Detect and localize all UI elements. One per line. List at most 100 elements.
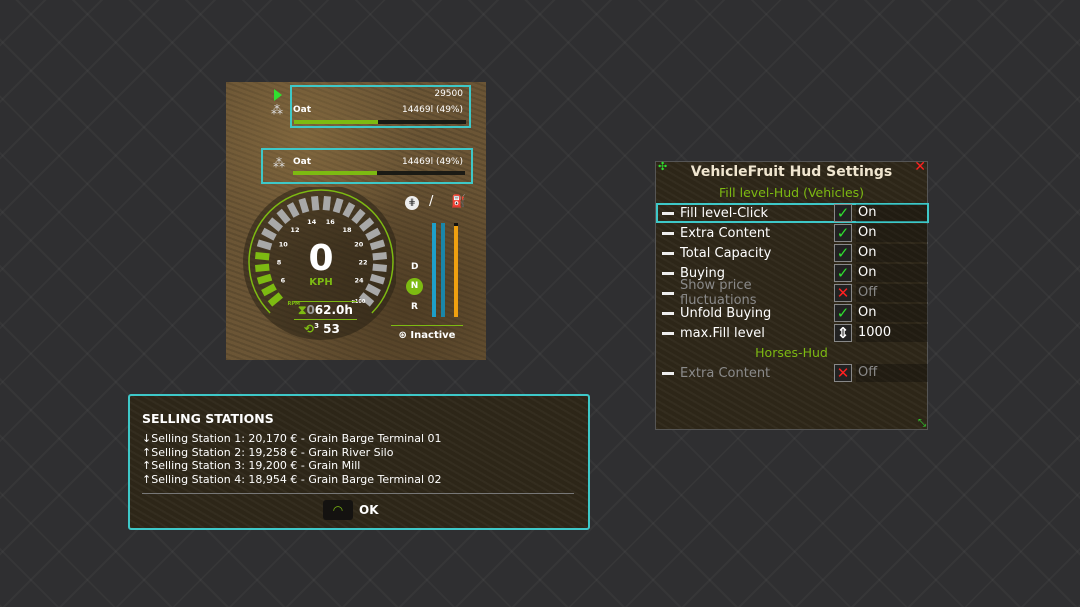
cruise-speed: 53 <box>323 322 340 336</box>
fill-bar <box>294 120 466 124</box>
setting-row[interactable]: Show price fluctuations ✕ Off <box>658 278 928 308</box>
fruit-icon: ⁂ <box>273 156 285 170</box>
checkmark-icon[interactable]: ✓ <box>834 304 852 322</box>
gauge-tick-label: 6 <box>281 277 286 285</box>
setting-row[interactable]: Extra Content ✕ Off <box>658 363 928 383</box>
setting-value[interactable]: On <box>856 224 928 242</box>
fruit-name: Oat <box>293 157 312 167</box>
bullet <box>662 291 674 295</box>
hours-prefix: 0 <box>306 303 315 317</box>
fuel-icon: ⛽ <box>451 194 466 208</box>
level-bar-1 <box>432 223 436 317</box>
setting-value[interactable]: Off <box>856 364 928 382</box>
rpm-segment <box>256 239 273 251</box>
rpm-segment <box>322 195 331 211</box>
section-fill-level-hud: Fill level-Hud (Vehicles) <box>718 185 865 200</box>
fill-level-box-2[interactable]: ⁂ Oat 14469l (49%) <box>261 148 473 184</box>
fuel-level-bar <box>454 223 458 317</box>
gauge-tick-label: 14 <box>307 218 317 226</box>
cruise-control-icon: ⟲ <box>304 322 315 336</box>
cruise-control: ⟲3 53 <box>304 322 340 336</box>
ok-button[interactable]: ◠ OK <box>323 500 379 520</box>
rpm-segment <box>369 273 386 285</box>
gear-shift-icon: ⋕ <box>405 196 419 210</box>
rpm-segment <box>254 263 270 272</box>
operating-hours: ⧗062.0h <box>294 301 357 320</box>
cross-icon[interactable]: ✕ <box>834 284 852 302</box>
gauge-tick-label: 10 <box>279 241 289 249</box>
checkmark-icon[interactable]: ✓ <box>834 244 852 262</box>
setting-row[interactable]: Extra Content ✓ On <box>658 223 928 243</box>
setting-value[interactable]: On <box>856 264 928 282</box>
rpm-segment <box>254 252 270 261</box>
bullet <box>662 251 674 255</box>
resize-handle-icon[interactable]: ⤡ <box>918 418 926 429</box>
gauge-tick-label: 16 <box>326 218 336 226</box>
setting-label: Extra Content <box>680 365 771 381</box>
fill-bar <box>293 171 465 175</box>
rpm-segment <box>369 239 386 251</box>
key-icon: ◠ <box>323 500 353 520</box>
fruit-icon: ⁂ <box>271 103 283 117</box>
gauge-tick-label: 8 <box>277 259 282 267</box>
selling-station-line: ↑Selling Station 3: 19,200 € - Grain Mil… <box>142 459 442 473</box>
setting-row[interactable]: max.Fill level ⇕ 1000 <box>658 323 928 343</box>
speed-unit: KPH <box>309 277 333 288</box>
setting-value[interactable]: On <box>856 204 927 222</box>
checkmark-icon[interactable]: ✓ <box>834 264 852 282</box>
selling-stations-title: SELLING STATIONS <box>142 411 274 426</box>
section-horses-hud: Horses-Hud <box>755 345 828 360</box>
total-capacity: 29500 <box>434 89 463 99</box>
setting-value[interactable]: Off <box>856 284 928 302</box>
gauge-tick-label: 12 <box>290 226 299 234</box>
rpm-segment <box>372 263 388 272</box>
fill-amount: 14469l (49%) <box>401 105 463 115</box>
setting-label: Unfold Buying <box>680 305 772 321</box>
bullet <box>662 371 674 375</box>
bullet <box>662 331 674 335</box>
fill-amount: 14469l (49%) <box>401 157 463 167</box>
gear-d: D <box>411 262 419 272</box>
fill-level-box-1[interactable]: 29500 Oat 14469l (49%) <box>290 85 471 128</box>
play-icon[interactable] <box>274 89 282 101</box>
setting-row[interactable]: Total Capacity ✓ On <box>658 243 928 263</box>
selling-station-text: Selling Station 1: 20,170 € - Grain Barg… <box>151 432 442 445</box>
status-text: Inactive <box>410 330 456 341</box>
trend-arrow-icon: ↑ <box>142 459 152 472</box>
wrench-icon: / <box>429 194 434 209</box>
gauge-tick-label: 20 <box>354 241 364 249</box>
stepper-icon[interactable]: ⇕ <box>834 324 852 342</box>
setting-value[interactable]: On <box>856 304 928 322</box>
rpm-segment <box>332 197 344 214</box>
cross-icon[interactable]: ✕ <box>834 364 852 382</box>
gauge-tick-label: 22 <box>358 259 367 267</box>
bullet <box>662 231 674 235</box>
checkmark-icon[interactable]: ✓ <box>834 224 852 242</box>
setting-label: Extra Content <box>680 225 771 241</box>
setting-value[interactable]: 1000 <box>856 324 928 342</box>
bullet <box>662 311 674 315</box>
settings-panel: ✣ ✕ VehicleFruit Hud Settings Fill level… <box>655 159 929 430</box>
selling-station-text: Selling Station 2: 19,258 € - Grain Rive… <box>151 445 394 459</box>
trend-arrow-icon: ↓ <box>142 432 152 445</box>
selling-stations-list: ↓Selling Station 1: 20,170 € - Grain Bar… <box>142 432 442 486</box>
setting-row[interactable]: Fill level-Click ✓ On <box>656 203 929 223</box>
divider <box>142 493 574 494</box>
gauge-tick-label: 24 <box>355 277 365 285</box>
selling-station-text: Selling Station 3: 19,200 € - Grain Mill <box>151 459 361 472</box>
selling-station-line: ↑Selling Station 2: 19,258 € - Grain Riv… <box>142 446 442 460</box>
setting-row[interactable]: Unfold Buying ✓ On <box>658 303 928 323</box>
ok-label: OK <box>359 503 379 517</box>
setting-label: max.Fill level <box>680 325 765 341</box>
selling-station-text: Selling Station 4: 18,954 € - Grain Barg… <box>151 472 442 486</box>
bullet <box>662 271 674 275</box>
selling-station-line: ↑Selling Station 4: 18,954 € - Grain Bar… <box>142 473 442 487</box>
setting-label: Fill level-Click <box>680 205 769 221</box>
trend-arrow-icon: ↑ <box>142 445 152 459</box>
checkmark-icon[interactable]: ✓ <box>834 204 852 222</box>
status-indicator[interactable]: ⊛ Inactive <box>391 325 463 341</box>
hours-value: 62.0h <box>314 303 353 317</box>
setting-value[interactable]: On <box>856 244 928 262</box>
settings-title: VehicleFruit Hud Settings <box>690 164 893 180</box>
speed-value: 0 <box>308 238 334 279</box>
